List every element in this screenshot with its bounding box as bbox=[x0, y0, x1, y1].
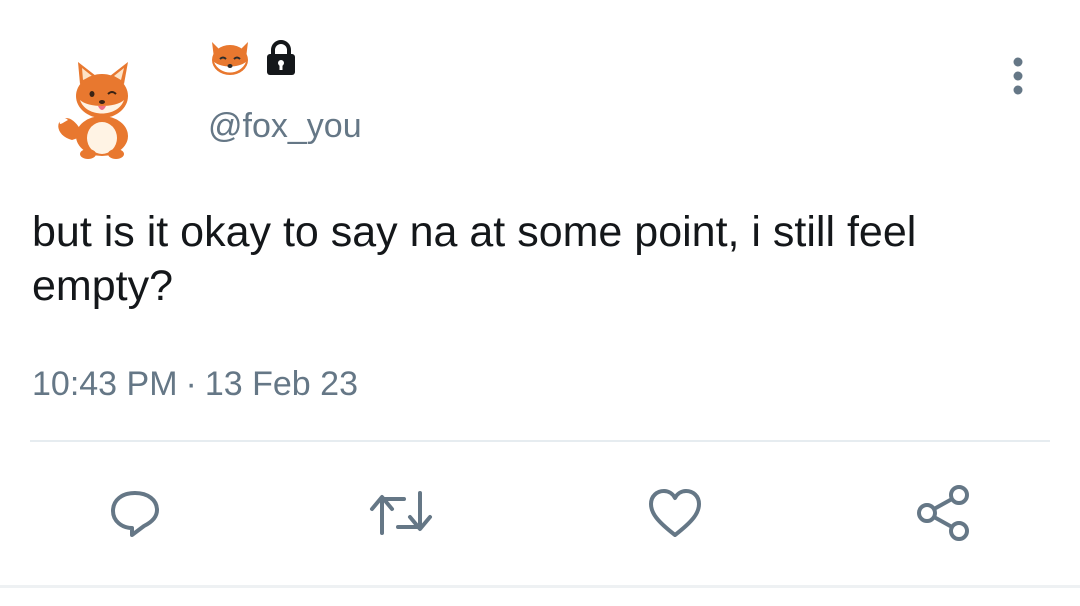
tweet-card: @fox_you but is it okay to say na at som… bbox=[0, 0, 1080, 606]
retweet-icon bbox=[370, 491, 432, 535]
share-button[interactable] bbox=[908, 478, 978, 548]
share-icon bbox=[917, 485, 969, 541]
lock-icon bbox=[264, 39, 298, 82]
like-button[interactable] bbox=[640, 478, 710, 548]
user-handle[interactable]: @fox_you bbox=[208, 104, 362, 148]
reply-button[interactable] bbox=[100, 478, 170, 548]
avatar[interactable] bbox=[50, 58, 150, 162]
like-icon bbox=[649, 489, 701, 537]
more-options-icon[interactable] bbox=[1002, 54, 1034, 98]
retweet-button[interactable] bbox=[366, 478, 436, 548]
divider bbox=[30, 440, 1050, 442]
fox-face-emoji-icon bbox=[208, 38, 252, 83]
display-name[interactable] bbox=[208, 38, 298, 82]
action-bar bbox=[0, 478, 1080, 548]
timestamp-separator: · bbox=[185, 365, 197, 403]
reply-icon bbox=[111, 491, 159, 537]
fox-avatar-icon bbox=[58, 62, 128, 159]
bottom-divider bbox=[0, 585, 1080, 588]
tweet-timestamp: 10:43 PM · 13 Feb 23 bbox=[32, 362, 358, 406]
tweet-date: 13 Feb 23 bbox=[204, 365, 358, 403]
tweet-time: 10:43 PM bbox=[32, 365, 178, 403]
tweet-text: but is it okay to say na at some point, … bbox=[32, 208, 917, 310]
